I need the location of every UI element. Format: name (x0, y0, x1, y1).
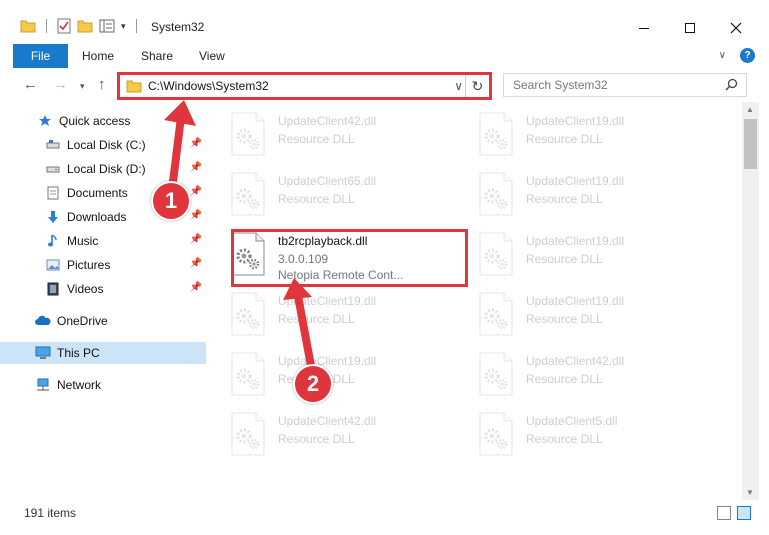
step-badge-1: 1 (151, 181, 191, 221)
annotation-arrows (164, 100, 315, 370)
step-badge-2: 2 (293, 364, 333, 404)
